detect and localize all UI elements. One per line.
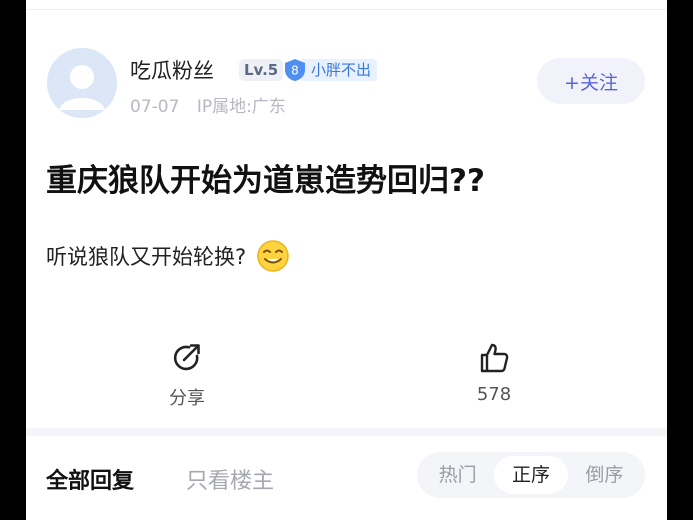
post-body: 听说狼队又开始轮换? xyxy=(46,239,290,273)
like-button[interactable]: 578 xyxy=(476,340,512,405)
fan-level-shield-icon: 8 xyxy=(285,59,305,81)
fan-badge-label: 小胖不出 xyxy=(301,59,378,81)
share-label: 分享 xyxy=(169,388,205,409)
share-icon xyxy=(173,344,200,371)
post-body-text: 听说狼队又开始轮换? xyxy=(46,245,247,269)
default-avatar-icon xyxy=(47,48,117,118)
sort-option-hot[interactable]: 热门 xyxy=(421,456,494,494)
smirk-emoji-icon xyxy=(257,240,289,272)
tab-all-replies[interactable]: 全部回复 xyxy=(46,463,134,495)
fan-level-number: 8 xyxy=(291,64,299,78)
top-strip xyxy=(26,0,667,10)
follow-button[interactable]: +关注 xyxy=(537,58,645,104)
post-date: 07-07 xyxy=(130,97,180,117)
fan-badge[interactable]: 8 小胖不出 xyxy=(283,57,378,83)
post-meta: 07-07 IP属地:广东 xyxy=(130,92,286,117)
author-name[interactable]: 吃瓜粉丝 xyxy=(130,55,214,85)
like-count: 578 xyxy=(476,384,512,405)
share-button[interactable]: 分享 xyxy=(169,340,205,410)
sort-option-ascending[interactable]: 正序 xyxy=(494,456,568,494)
ip-location: IP属地:广东 xyxy=(196,97,286,117)
avatar[interactable] xyxy=(47,48,117,118)
sort-option-descending[interactable]: 倒序 xyxy=(568,456,641,494)
sort-toggle: 热门 正序 倒序 xyxy=(417,452,645,498)
post-title: 重庆狼队开始为道崽造势回归?? xyxy=(46,163,485,199)
tab-owner-only[interactable]: 只看楼主 xyxy=(186,463,274,495)
section-divider xyxy=(26,428,667,436)
level-badge: Lv.5 xyxy=(239,59,284,81)
thumbs-up-icon xyxy=(480,343,509,373)
post-screen: 吃瓜粉丝 Lv.5 8 小胖不出 07-07 IP属地:广东 +关注 重庆狼队开… xyxy=(26,0,667,520)
